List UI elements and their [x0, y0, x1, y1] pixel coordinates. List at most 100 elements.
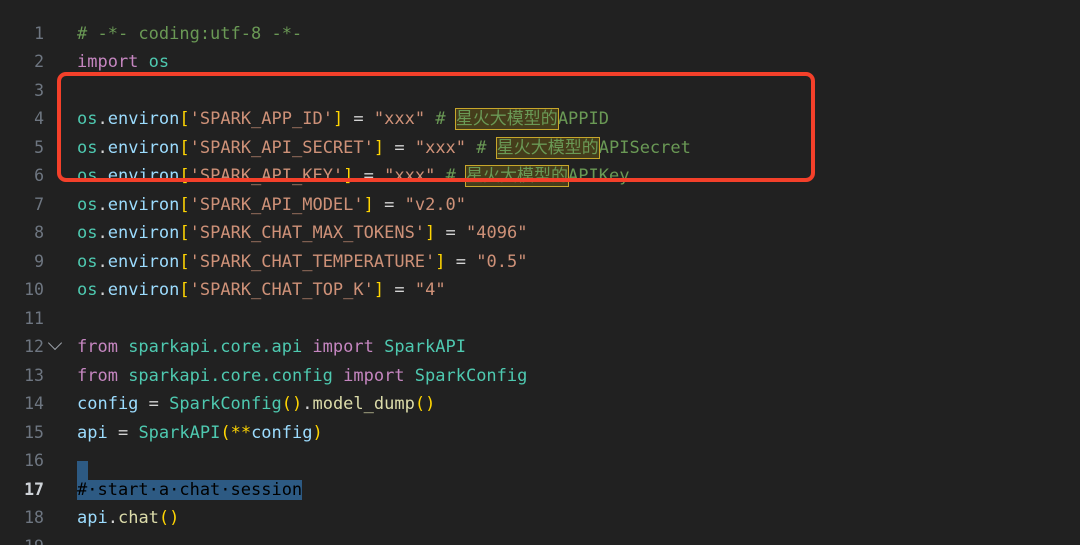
line-text: os.environ['SPARK_CHAT_MAX_TOKENS'] = "4… — [66, 219, 1080, 248]
line-text: from sparkapi.core.api import SparkAPI — [66, 333, 1080, 362]
object-token: os — [77, 251, 98, 272]
line-text: os.environ['SPARK_API_SECRET'] = "xxx" #… — [66, 134, 1080, 163]
splat-operator: ** — [230, 422, 252, 443]
assign-token: = — [435, 223, 467, 243]
string-value: "xxx" — [414, 137, 467, 158]
parens-token: () — [281, 394, 303, 414]
line-number: 13 — [24, 365, 44, 385]
line-number: 18 — [24, 508, 44, 527]
line-text: os.environ['SPARK_API_MODEL'] = "v2.0" — [66, 191, 1080, 220]
line-text: os.environ['SPARK_APP_ID'] = "xxx" # 星火大… — [66, 105, 1080, 134]
search-match-highlight: 星火大模型的 — [496, 137, 600, 158]
parens-token: () — [158, 508, 180, 528]
bracket-open: [ — [179, 251, 190, 272]
code-line[interactable]: 3 — [0, 77, 1080, 106]
code-line[interactable]: 12 from sparkapi.core.api import SparkAP… — [0, 333, 1080, 362]
assign-token: = — [445, 251, 477, 272]
line-number: 10 — [24, 280, 44, 299]
assign-token: = — [343, 109, 374, 129]
attribute-token: environ — [107, 280, 180, 300]
string-value: "xxx" — [384, 166, 436, 186]
code-line[interactable]: 19 — [0, 533, 1080, 545]
keyword-import: import — [312, 337, 374, 357]
bracket-close: ] — [343, 166, 354, 186]
line-number: 2 — [34, 52, 44, 71]
code-editor[interactable]: 1 # -*- coding:utf-8 -*- 2 import os 3 4… — [0, 0, 1080, 545]
code-line[interactable]: 10 os.environ['SPARK_CHAT_TOP_K'] = "4" — [0, 276, 1080, 305]
fold-chevron[interactable] — [44, 333, 66, 362]
string-value: "0.5" — [476, 251, 528, 272]
code-line[interactable]: 6 os.environ['SPARK_API_KEY'] = "xxx" # … — [0, 162, 1080, 191]
dot-token: . — [107, 508, 118, 528]
attribute-token: environ — [107, 251, 180, 272]
dot-token: . — [97, 223, 108, 243]
line-number: 6 — [34, 166, 44, 185]
code-line-partial — [0, 0, 1080, 20]
module-path: sparkapi.core.api — [117, 337, 313, 357]
variable-token: api — [77, 422, 108, 443]
comment-tail: APIKey — [568, 166, 630, 186]
comment-hash: # — [425, 109, 456, 129]
code-line-active[interactable]: 17 #·start·a·chat·session — [0, 476, 1080, 505]
module-path: sparkapi.core.config — [117, 365, 344, 386]
dot-token: . — [97, 194, 108, 215]
string-key: 'SPARK_APP_ID' — [189, 109, 333, 129]
search-match-highlight: 星火大模型的 — [455, 108, 559, 130]
paren-close: ) — [312, 422, 323, 443]
string-key: 'SPARK_API_SECRET' — [189, 137, 374, 158]
assign-token: = — [384, 280, 415, 300]
attribute-token: environ — [107, 166, 180, 186]
assign-token: = — [373, 194, 405, 215]
code-line[interactable]: 18 api.chat() — [0, 504, 1080, 533]
code-line[interactable]: 14 config = SparkConfig().model_dump() — [0, 390, 1080, 419]
code-line[interactable]: 16 — [0, 447, 1080, 490]
line-text: config = SparkConfig().model_dump() — [66, 390, 1080, 419]
code-line[interactable]: 15 api = SparkAPI(**config) — [0, 419, 1080, 448]
module-token: os — [148, 52, 170, 72]
class-token: SparkAPI — [373, 337, 466, 357]
code-line[interactable]: 7 os.environ['SPARK_API_MODEL'] = "v2.0" — [0, 191, 1080, 220]
line-number: 17 — [24, 479, 44, 499]
line-text: api.chat() — [66, 504, 1080, 533]
line-text: os.environ['SPARK_CHAT_TOP_K'] = "4" — [66, 276, 1080, 305]
bracket-open: [ — [179, 166, 190, 186]
line-number: 4 — [34, 109, 44, 128]
code-line[interactable]: 5 os.environ['SPARK_API_SECRET'] = "xxx"… — [0, 134, 1080, 163]
code-content[interactable]: 1 # -*- coding:utf-8 -*- 2 import os 3 4… — [0, 0, 1080, 545]
variable-token: api — [77, 508, 108, 528]
code-line[interactable]: 8 os.environ['SPARK_CHAT_MAX_TOKENS'] = … — [0, 219, 1080, 248]
line-text: os.environ['SPARK_API_KEY'] = "xxx" # 星火… — [66, 162, 1080, 191]
line-number: 11 — [24, 308, 44, 328]
assign-token: = — [107, 422, 139, 443]
line-number: 14 — [24, 394, 44, 413]
code-line[interactable]: 1 # -*- coding:utf-8 -*- — [0, 20, 1080, 49]
line-number: 9 — [34, 251, 44, 271]
function-token: model_dump — [312, 394, 415, 414]
code-line[interactable]: 13 from sparkapi.core.config import Spar… — [0, 362, 1080, 391]
code-line[interactable]: 2 import os — [0, 48, 1080, 77]
dot-token: . — [97, 137, 108, 158]
dot-token: . — [97, 166, 108, 186]
object-token: os — [77, 194, 98, 215]
line-text: #·start·a·chat·session — [66, 476, 1080, 505]
keyword-from: from — [77, 365, 118, 386]
code-line[interactable]: 11 — [0, 305, 1080, 334]
dot-token: . — [97, 109, 108, 129]
string-value: "4096" — [466, 223, 528, 243]
bracket-close: ] — [373, 280, 385, 300]
dot-token: . — [302, 394, 313, 414]
variable-token: config — [77, 394, 139, 414]
bracket-close: ] — [373, 137, 385, 158]
line-text: from sparkapi.core.config import SparkCo… — [66, 362, 1080, 391]
code-line[interactable]: 9 os.environ['SPARK_CHAT_TEMPERATURE'] =… — [0, 248, 1080, 277]
bracket-open: [ — [179, 194, 190, 215]
function-token: chat — [117, 508, 159, 528]
assign-token: = — [384, 137, 415, 158]
object-token: os — [77, 280, 98, 300]
attribute-token: environ — [107, 137, 180, 158]
line-number: 8 — [34, 223, 44, 242]
line-text: import os — [66, 48, 1080, 77]
comment-token: # -*- coding:utf-8 -*- — [77, 23, 303, 44]
code-line[interactable]: 4 os.environ['SPARK_APP_ID'] = "xxx" # 星… — [0, 105, 1080, 134]
